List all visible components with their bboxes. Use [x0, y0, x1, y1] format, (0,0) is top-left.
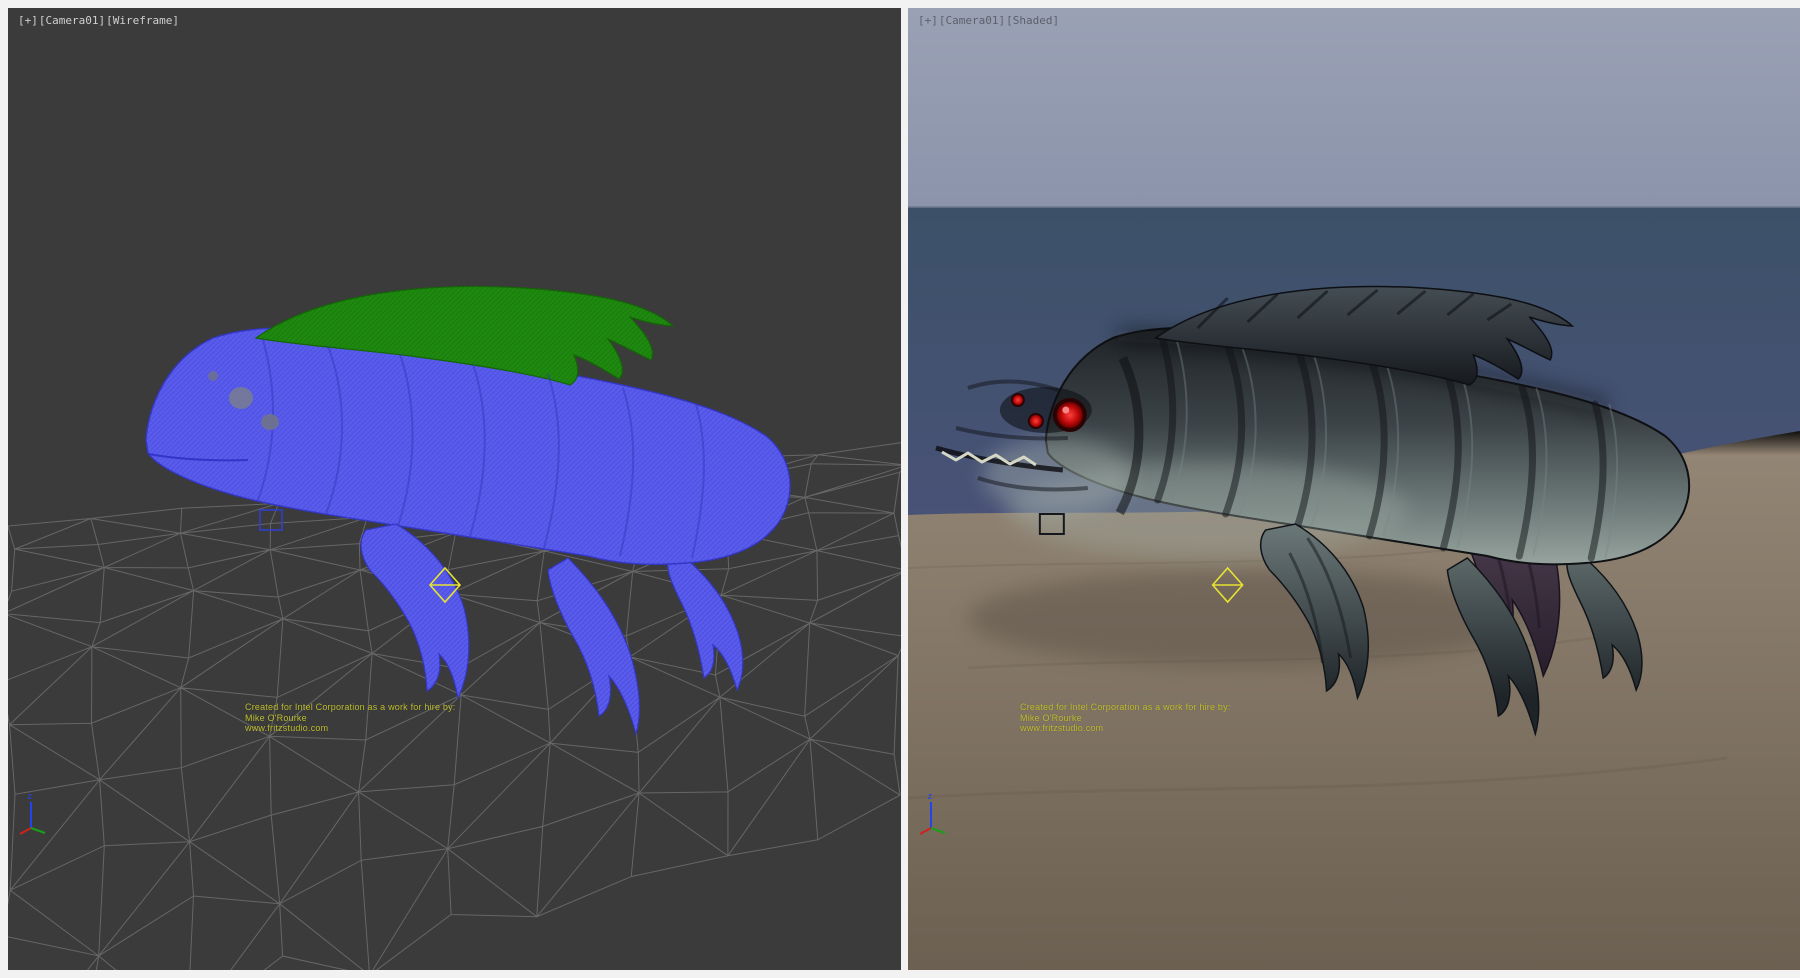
fish-eye-small — [1012, 394, 1024, 406]
viewport-label: [+][Camera01][Wireframe] — [18, 14, 180, 27]
axis-tripod: z — [16, 790, 62, 840]
axis-tripod: z — [916, 790, 962, 840]
watermark-text: Created for Intel Corporation as a work … — [1020, 702, 1231, 734]
fish-eye-large — [1057, 402, 1083, 428]
shaded-scene — [908, 8, 1800, 970]
axis-z-label: z — [927, 792, 932, 802]
viewport-menu-shading[interactable]: [Shaded] — [1006, 14, 1059, 27]
watermark-line: Created for Intel Corporation as a work … — [245, 702, 456, 713]
watermark-line: Created for Intel Corporation as a work … — [1020, 702, 1231, 713]
watermark-text: Created for Intel Corporation as a work … — [245, 702, 456, 734]
viewport-menu-general[interactable]: [+] — [18, 14, 38, 27]
watermark-line: www.fritzstudio.com — [245, 723, 456, 734]
viewport-shaded[interactable]: [+][Camera01][Shaded] Created for Intel … — [908, 8, 1800, 970]
viewport-menu-shading[interactable]: [Wireframe] — [106, 14, 179, 27]
fish-model-wireframe[interactable] — [146, 286, 790, 734]
wireframe-scene — [8, 8, 901, 970]
viewport-label: [+][Camera01][Shaded] — [918, 14, 1060, 27]
selection-bracket[interactable] — [260, 510, 282, 530]
fish-eye-ghost — [229, 387, 253, 409]
fish-eye-small — [1029, 414, 1043, 428]
watermark-line: Mike O'Rourke — [1020, 713, 1231, 724]
viewport-menu-general[interactable]: [+] — [918, 14, 938, 27]
dual-viewport-frame: [+][Camera01][Wireframe] Created for Int… — [0, 0, 1800, 978]
watermark-line: Mike O'Rourke — [245, 713, 456, 724]
watermark-line: www.fritzstudio.com — [1020, 723, 1231, 734]
viewport-menu-pov[interactable]: [Camera01] — [939, 14, 1005, 27]
axis-z-label: z — [27, 792, 32, 802]
viewport-menu-pov[interactable]: [Camera01] — [39, 14, 105, 27]
viewport-wireframe[interactable]: [+][Camera01][Wireframe] Created for Int… — [8, 8, 901, 970]
